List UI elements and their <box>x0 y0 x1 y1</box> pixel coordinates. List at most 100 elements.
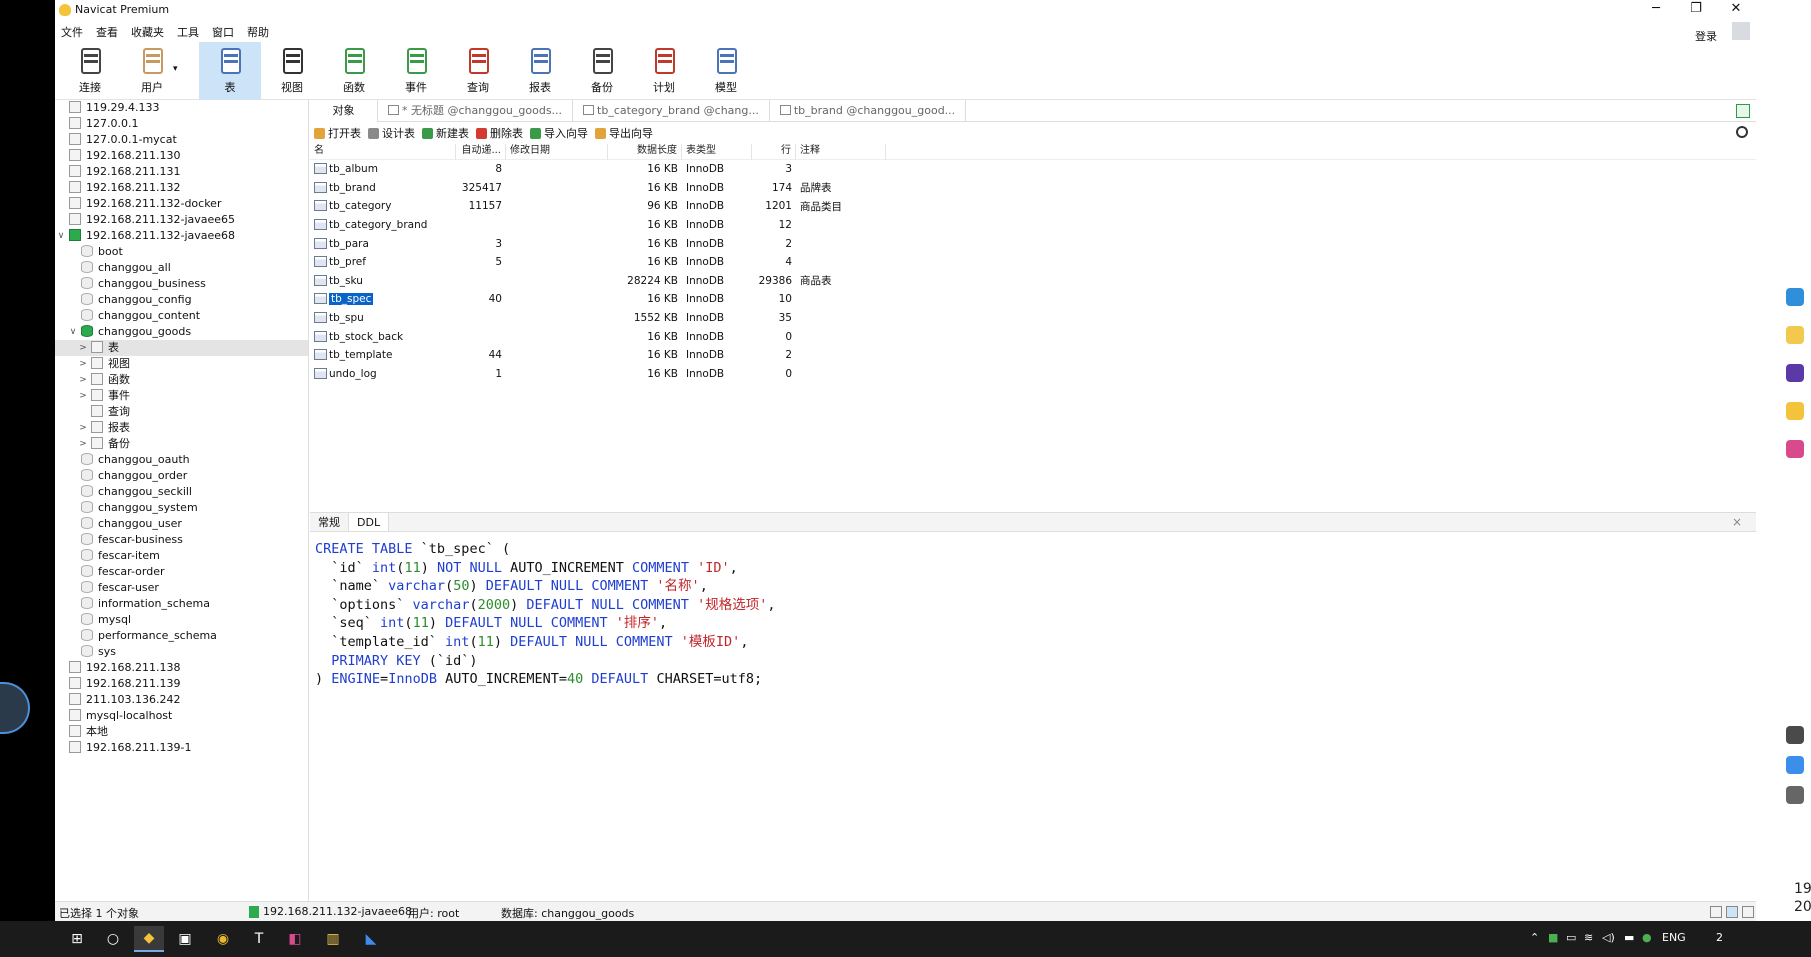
table-row[interactable]: tb_stock_back 16 KB InnoDB 0 <box>310 327 1756 346</box>
collapse-arrow-icon[interactable]: ∨ <box>56 228 66 244</box>
tree-item[interactable]: 查询 <box>55 404 308 420</box>
floating-assistant-icon[interactable] <box>0 682 30 734</box>
tree-item[interactable]: > 函数 <box>55 372 308 388</box>
toolbar-table-button[interactable]: 表 <box>199 42 261 100</box>
tree-item[interactable]: 192.168.211.132-javaee65 <box>55 212 308 228</box>
tray-power-icon[interactable]: ▬ <box>1624 931 1634 944</box>
tree-item[interactable]: ∨ changgou_goods <box>55 324 308 340</box>
toolbar-backup-button[interactable]: 备份 <box>571 42 633 100</box>
tray-volume-icon[interactable]: ◁) <box>1602 931 1615 944</box>
menu-help[interactable]: 帮助 <box>241 20 276 42</box>
toolbar-function-button[interactable]: 函数 <box>323 42 385 100</box>
tree-item[interactable]: changgou_oauth <box>55 452 308 468</box>
expand-arrow-icon[interactable]: > <box>78 372 88 388</box>
tray-shield-icon[interactable]: ■ <box>1548 931 1558 944</box>
toolbar-model-button[interactable]: 模型 <box>695 42 757 100</box>
col-data-length[interactable]: 数据长度 <box>608 144 682 160</box>
table-row[interactable]: tb_template 44 16 KB InnoDB 2 <box>310 346 1756 365</box>
table-row[interactable]: undo_log 1 16 KB InnoDB 0 <box>310 365 1756 384</box>
tree-item[interactable]: 192.168.211.131 <box>55 164 308 180</box>
navicat-taskbar-icon[interactable]: ◆ <box>134 926 164 952</box>
dock-navicat-icon[interactable] <box>1786 402 1804 420</box>
menu-tools[interactable]: 工具 <box>171 20 206 42</box>
screenshot-taskbar-icon[interactable]: ▣ <box>170 926 200 952</box>
table-row[interactable]: tb_category_brand 16 KB InnoDB 12 <box>310 216 1756 235</box>
tree-item[interactable]: sys <box>55 644 308 660</box>
tray-display-icon[interactable]: ▭ <box>1566 931 1576 944</box>
tree-item[interactable]: changgou_seckill <box>55 484 308 500</box>
col-engine[interactable]: 表类型 <box>682 144 752 160</box>
object-toolbar-button[interactable]: 设计表 <box>368 125 415 141</box>
tree-item[interactable]: fescar-business <box>55 532 308 548</box>
tree-item[interactable]: fescar-user <box>55 580 308 596</box>
tree-item[interactable]: > 表 <box>55 340 308 356</box>
table-row[interactable]: tb_pref 5 16 KB InnoDB 4 <box>310 253 1756 272</box>
object-toolbar-button[interactable]: 删除表 <box>476 125 523 141</box>
tree-item[interactable]: information_schema <box>55 596 308 612</box>
dock-note-icon[interactable] <box>1786 326 1804 344</box>
tree-item[interactable]: 本地 <box>55 724 308 740</box>
object-toolbar-button[interactable]: 导出向导 <box>595 125 653 141</box>
tree-item[interactable]: 192.168.211.138 <box>55 660 308 676</box>
tree-item[interactable]: > 报表 <box>55 420 308 436</box>
tree-item[interactable]: 192.168.211.130 <box>55 148 308 164</box>
detail-view-icon[interactable] <box>1726 906 1738 918</box>
menu-view[interactable]: 查看 <box>90 20 125 42</box>
connect-dropdown-icon[interactable]: ▾ <box>173 64 178 74</box>
table-row[interactable]: tb_spu 1552 KB InnoDB 35 <box>310 309 1756 328</box>
dock-app-icon[interactable] <box>1786 288 1804 306</box>
toolbar-query-button[interactable]: 查询 <box>447 42 509 100</box>
toolbar-schedule-button[interactable]: 计划 <box>633 42 695 100</box>
tab-objects[interactable]: 对象 <box>310 99 378 122</box>
tree-item[interactable]: > 备份 <box>55 436 308 452</box>
tree-item[interactable]: 192.168.211.132 <box>55 180 308 196</box>
tab-general[interactable]: 常规 <box>310 513 348 531</box>
tree-item[interactable]: 192.168.211.139 <box>55 676 308 692</box>
table-row[interactable]: tb_brand 325417 16 KB InnoDB 174 品牌表 <box>310 179 1756 198</box>
close-button[interactable]: ✕ <box>1716 0 1756 20</box>
er-view-icon[interactable] <box>1742 906 1754 918</box>
list-view-icon[interactable] <box>1710 906 1722 918</box>
toolbar-view-button[interactable]: 视图 <box>261 42 323 100</box>
expand-arrow-icon[interactable]: > <box>78 436 88 452</box>
col-comment[interactable]: 注释 <box>796 144 886 160</box>
vscode-taskbar-icon[interactable]: ◣ <box>356 926 386 952</box>
cortana-icon[interactable]: ○ <box>98 926 128 952</box>
tree-item[interactable]: changgou_content <box>55 308 308 324</box>
tree-item[interactable]: 127.0.0.1-mycat <box>55 132 308 148</box>
collapse-arrow-icon[interactable]: ∨ <box>68 324 78 340</box>
tree-item[interactable]: mysql-localhost <box>55 708 308 724</box>
notification-badge[interactable]: 2 <box>1716 931 1723 944</box>
restore-button[interactable]: ❐ <box>1676 0 1716 20</box>
tree-item[interactable]: fescar-order <box>55 564 308 580</box>
toolbar-plug-button[interactable]: 连接 <box>59 42 121 100</box>
tree-item[interactable]: changgou_system <box>55 500 308 516</box>
toolbar-report-button[interactable]: 报表 <box>509 42 571 100</box>
avatar[interactable] <box>1732 22 1750 40</box>
tree-item[interactable]: 127.0.0.1 <box>55 116 308 132</box>
tree-item[interactable]: > 事件 <box>55 388 308 404</box>
table-row[interactable]: tb_sku 28224 KB InnoDB 29386 商品表 <box>310 272 1756 291</box>
tree-item[interactable]: changgou_business <box>55 276 308 292</box>
tab-ddl[interactable]: DDL <box>348 513 390 531</box>
tray-battery-icon[interactable] <box>1786 786 1804 804</box>
tray-language[interactable]: ENG <box>1662 931 1686 944</box>
col-auto-increment[interactable]: 自动递... <box>456 144 506 160</box>
table-row[interactable]: tb_spec 40 16 KB InnoDB 10 <box>310 290 1756 309</box>
object-toolbar-button[interactable]: 导入向导 <box>530 125 588 141</box>
tree-item[interactable]: 192.168.211.132-docker <box>55 196 308 212</box>
col-name[interactable]: 名 <box>310 144 456 160</box>
tray-status-icon[interactable]: ● <box>1642 931 1652 944</box>
expand-arrow-icon[interactable]: > <box>78 356 88 372</box>
tree-item[interactable]: > 视图 <box>55 356 308 372</box>
tree-item[interactable]: boot <box>55 244 308 260</box>
tree-item[interactable]: performance_schema <box>55 628 308 644</box>
menu-window[interactable]: 窗口 <box>206 20 241 42</box>
chrome-taskbar-icon[interactable]: ◉ <box>208 926 238 952</box>
tab-untitled-query[interactable]: * 无标题 @changgou_goods... <box>378 99 574 122</box>
tray-chevron-icon[interactable]: ⌃ <box>1530 931 1539 944</box>
tab-tb-brand[interactable]: tb_brand @changgou_good... <box>770 99 967 122</box>
toolbar-event-button[interactable]: 事件 <box>385 42 447 100</box>
menu-file[interactable]: 文件 <box>55 20 90 42</box>
new-tab-icon[interactable] <box>1736 104 1750 118</box>
